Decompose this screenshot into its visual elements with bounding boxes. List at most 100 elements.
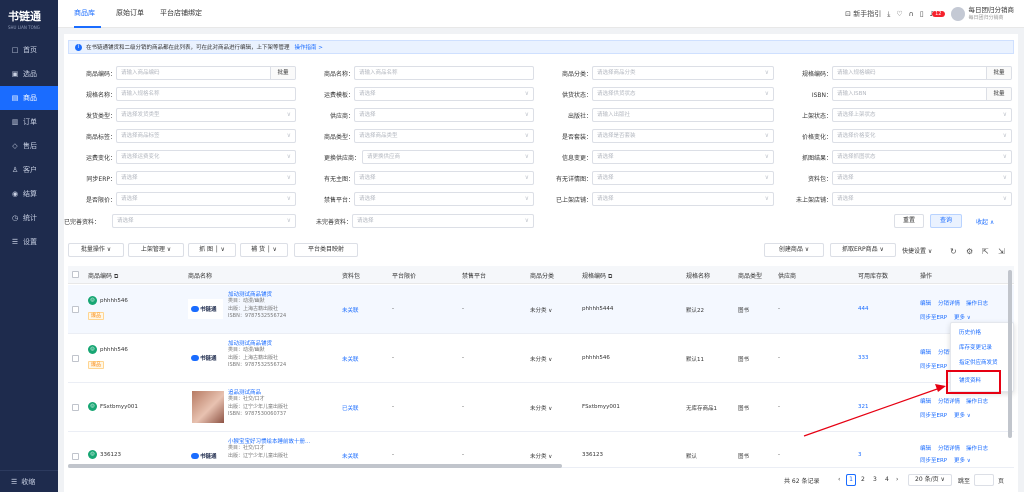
- nav-item-settlement[interactable]: ◉ 结算: [0, 182, 58, 206]
- stock-count[interactable]: 333: [858, 355, 869, 361]
- stock-count[interactable]: 3: [858, 452, 862, 458]
- category-select[interactable]: 请选择商品分类 ∨: [592, 66, 774, 80]
- publisher-input[interactable]: 请输入出版社: [592, 108, 774, 122]
- query-button[interactable]: 查询: [930, 214, 962, 228]
- row-checkbox[interactable]: [72, 355, 79, 362]
- incomplete-info-select[interactable]: 请选择 ∨: [352, 214, 534, 228]
- row-checkbox[interactable]: [72, 404, 79, 411]
- completed-info-select[interactable]: 请选择 ∨: [112, 214, 296, 228]
- op-log-link[interactable]: 操作日志: [966, 397, 988, 405]
- avatar[interactable]: [950, 7, 965, 21]
- notes-icon[interactable]: ▯: [920, 10, 924, 18]
- table-row[interactable]: ◎ phhhh546 爆品 书链通 加动测试商品铺货 类目：动漫/幽默 出版：上海…: [68, 334, 1014, 383]
- product-name-link[interactable]: 小猴宝宝好习惯绘本睡前故十册...: [228, 437, 310, 445]
- category-value[interactable]: 未分类 ∨: [530, 452, 552, 460]
- menu-item-stock-log[interactable]: 库存变更记录: [951, 342, 1015, 355]
- freight-change-select[interactable]: 请选择运费变化 ∨: [116, 150, 296, 164]
- edit-link[interactable]: 编辑: [920, 397, 931, 405]
- nav-item-customers[interactable]: ♙ 客户: [0, 158, 58, 182]
- gear-icon[interactable]: ⚙: [966, 247, 973, 256]
- product-name-link[interactable]: 追品测试商品: [228, 388, 261, 396]
- copy-icon[interactable]: ⧉: [608, 273, 612, 280]
- guide-link[interactable]: ⊡ 新手指引: [845, 9, 881, 19]
- package-status[interactable]: 未关联: [342, 306, 359, 314]
- product-thumbnail[interactable]: 书链通: [188, 446, 223, 466]
- restock-button[interactable]: 補 货 │ ∨: [240, 243, 288, 257]
- product-type-select[interactable]: 请选择商品类型 ∨: [354, 129, 534, 143]
- banned-platform-select[interactable]: 请选择 ∨: [354, 192, 534, 206]
- more-link[interactable]: 更多 ∨: [954, 313, 971, 321]
- nav-item-home[interactable]: □ 首页: [0, 38, 58, 62]
- menu-item-assign-supplier[interactable]: 指定供应商发货: [951, 357, 1015, 370]
- grab-image-button[interactable]: 抓 图 │ ∨: [188, 243, 236, 257]
- sync-erp-link[interactable]: 同步至ERP: [920, 456, 947, 464]
- page-1[interactable]: 1: [846, 474, 856, 486]
- page-4[interactable]: 4: [885, 476, 889, 483]
- batch-ops-button[interactable]: 批量操作 ∨: [68, 243, 124, 257]
- supplier-select[interactable]: 请选择 ∨: [354, 108, 534, 122]
- edit-link[interactable]: 编辑: [920, 444, 931, 452]
- listing-status-select[interactable]: 请选择上架状态 ∨: [832, 108, 1012, 122]
- op-log-link[interactable]: 操作日志: [966, 444, 988, 452]
- category-value[interactable]: 未分类 ∨: [530, 355, 552, 363]
- menu-item-price-history[interactable]: 历史价格: [951, 327, 1015, 340]
- collapse-filters-link[interactable]: 收起 ∧: [976, 217, 994, 226]
- row-checkbox[interactable]: [72, 453, 79, 460]
- dist-detail-link[interactable]: 分销详情: [938, 397, 960, 405]
- more-link[interactable]: 更多 ∨: [954, 456, 971, 464]
- unlisted-store-select[interactable]: 请选择 ∨: [832, 192, 1012, 206]
- detail-image-select[interactable]: 请选择 ∨: [592, 171, 774, 185]
- prev-page-icon[interactable]: ‹: [838, 476, 840, 483]
- export-icon[interactable]: ⇱: [982, 247, 989, 256]
- table-row[interactable]: ◎ FSxtbmyy001 追品测试商品 类目：社交/口才 出版：辽宁少年儿童出版…: [68, 383, 1014, 432]
- package-status[interactable]: 未关联: [342, 355, 359, 363]
- page-size-select[interactable]: 20 条/页 ∨: [908, 474, 952, 486]
- stock-count[interactable]: 321: [858, 404, 869, 410]
- select-all-checkbox[interactable]: [72, 271, 79, 278]
- category-value[interactable]: 未分类 ∨: [530, 306, 552, 314]
- row-checkbox[interactable]: [72, 306, 79, 313]
- tab-product-library[interactable]: 商品库: [74, 8, 95, 18]
- erp-grab-button[interactable]: 抓取ERP商品 ∨: [830, 243, 896, 257]
- product-thumbnail[interactable]: 书链通: [188, 348, 223, 368]
- user-info[interactable]: 每日团归分销商 每日团归分销商: [969, 6, 1015, 22]
- copy-icon[interactable]: ⧉: [114, 273, 118, 280]
- nav-item-statistics[interactable]: ◷ 统计: [0, 206, 58, 230]
- dist-detail-link[interactable]: 分销详情: [938, 299, 960, 307]
- main-image-select[interactable]: 请选择 ∨: [354, 171, 534, 185]
- bundle-select[interactable]: 请选择是否套装 ∨: [592, 129, 774, 143]
- shipping-type-select[interactable]: 请选择发货类型 ∨: [116, 108, 296, 122]
- product-thumbnail[interactable]: 书链通: [188, 299, 223, 319]
- headset-icon[interactable]: ∩: [909, 10, 914, 18]
- tab-original-orders[interactable]: 原始订单: [116, 8, 144, 18]
- freight-template-select[interactable]: 请选择 ∨: [354, 87, 534, 101]
- isbn-input[interactable]: 请输入ISBN 批量: [832, 87, 1012, 101]
- reset-button[interactable]: 重置: [894, 214, 924, 228]
- batch-button[interactable]: 批量: [986, 67, 1011, 79]
- package-status[interactable]: 已关联: [342, 404, 359, 412]
- product-tag-select[interactable]: 请选择商品标签 ∨: [116, 129, 296, 143]
- next-page-icon[interactable]: ›: [896, 476, 898, 483]
- import-icon[interactable]: ⇲: [998, 247, 1005, 256]
- collapse-sidebar-button[interactable]: ☰ 收缩: [0, 470, 58, 492]
- guide-link[interactable]: 操作指南 >: [295, 43, 323, 51]
- table-row[interactable]: ◎ 336123 书链通 小猴宝宝好习惯绘本睡前故十册... 类目：社交/口才出…: [68, 432, 1014, 468]
- supply-status-select[interactable]: 请选择供货状态 ∨: [592, 87, 774, 101]
- app-logo[interactable]: 书链通 SHU LIAN TONG: [0, 0, 58, 38]
- vertical-scrollbar[interactable]: [1008, 270, 1012, 438]
- sync-erp-link[interactable]: 同步至ERP: [920, 313, 947, 321]
- jump-page-input[interactable]: [974, 474, 994, 486]
- batch-button[interactable]: 批量: [270, 67, 295, 79]
- horizontal-scrollbar[interactable]: [68, 464, 562, 468]
- nav-item-orders[interactable]: ▥ 订单: [0, 110, 58, 134]
- product-code-input[interactable]: 请输入商品编码 批量: [116, 66, 296, 80]
- product-name-link[interactable]: 加动测试商品铺货: [228, 290, 272, 298]
- op-log-link[interactable]: 操作日志: [966, 299, 988, 307]
- stock-count[interactable]: 444: [858, 306, 869, 312]
- create-product-button[interactable]: 创建商品 ∨: [764, 243, 824, 257]
- sync-erp-select[interactable]: 请选择 ∨: [116, 171, 296, 185]
- product-name-link[interactable]: 加动测试商品铺货: [228, 339, 272, 347]
- batch-button[interactable]: 批量: [986, 88, 1011, 100]
- page-3[interactable]: 3: [873, 476, 877, 483]
- category-mapping-button[interactable]: 平台类目映射: [294, 243, 358, 257]
